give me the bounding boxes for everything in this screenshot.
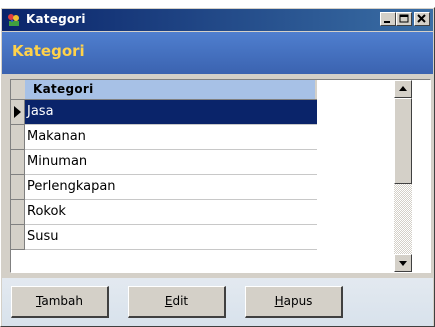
kategori-grid[interactable]: Kategori Jasa Makanan Minuman Perlengkap… xyxy=(10,79,431,273)
row-selector[interactable] xyxy=(11,150,25,175)
current-row-arrow-icon xyxy=(14,106,21,118)
close-icon xyxy=(417,14,426,23)
table-cell[interactable]: Makanan xyxy=(25,125,317,150)
minimize-button[interactable] xyxy=(380,12,396,26)
table-cell[interactable]: Perlengkapan xyxy=(25,175,317,200)
column-header-kategori[interactable]: Kategori xyxy=(25,80,315,99)
app-cart-icon xyxy=(6,12,22,28)
row-selector[interactable] xyxy=(11,225,25,250)
column-header-row: Kategori xyxy=(11,80,317,100)
banner-title: Kategori xyxy=(12,42,85,60)
kategori-window: Kategori Kategori Kategori Jasa Makanan … xyxy=(0,7,435,327)
row-selector[interactable] xyxy=(11,100,25,125)
table-row[interactable]: Jasa xyxy=(11,100,317,125)
scrollbar-thumb[interactable] xyxy=(394,98,412,184)
grid-rows: Jasa Makanan Minuman Perlengkapan Rokok … xyxy=(11,100,317,250)
arrow-up-icon xyxy=(399,86,407,91)
row-label: Jasa xyxy=(27,104,54,119)
tambah-button[interactable]: Tambah xyxy=(11,286,109,318)
table-row[interactable]: Minuman xyxy=(11,150,317,175)
scroll-down-button[interactable] xyxy=(394,254,412,272)
maximize-icon xyxy=(399,14,409,23)
row-label: Minuman xyxy=(27,154,88,169)
scroll-up-button[interactable] xyxy=(394,80,412,98)
table-cell[interactable]: Susu xyxy=(25,225,317,250)
column-header-label: Kategori xyxy=(33,82,94,96)
title-bar[interactable]: Kategori xyxy=(2,9,433,31)
close-button[interactable] xyxy=(414,12,430,26)
row-label: Makanan xyxy=(27,129,86,144)
row-label: Perlengkapan xyxy=(27,179,116,194)
hapus-label: apus xyxy=(283,294,313,308)
row-label: Rokok xyxy=(27,204,66,219)
table-row[interactable]: Perlengkapan xyxy=(11,175,317,200)
row-selector[interactable] xyxy=(11,200,25,225)
arrow-down-icon xyxy=(399,261,407,266)
window-title: Kategori xyxy=(26,12,86,26)
row-selector[interactable] xyxy=(11,125,25,150)
row-selector[interactable] xyxy=(11,175,25,200)
edit-label: dit xyxy=(172,294,189,308)
table-cell[interactable]: Rokok xyxy=(25,200,317,225)
header-banner: Kategori xyxy=(2,32,433,74)
table-cell[interactable]: Jasa xyxy=(25,100,317,125)
table-row[interactable]: Rokok xyxy=(11,200,317,225)
button-bar: Tambah Edit Hapus xyxy=(2,278,433,326)
row-label: Susu xyxy=(27,229,59,244)
edit-button[interactable]: Edit xyxy=(128,286,226,318)
hapus-hotkey: H xyxy=(274,294,284,308)
table-cell[interactable]: Minuman xyxy=(25,150,317,175)
minimize-icon xyxy=(384,21,390,23)
hapus-button[interactable]: Hapus xyxy=(245,286,343,318)
tambah-label: ambah xyxy=(41,294,83,308)
table-row[interactable]: Makanan xyxy=(11,125,317,150)
vertical-scrollbar[interactable] xyxy=(394,80,412,272)
table-row[interactable]: Susu xyxy=(11,225,317,250)
maximize-button[interactable] xyxy=(396,12,412,26)
grid-body: Kategori Jasa Makanan Minuman Perlengkap… xyxy=(11,80,412,272)
